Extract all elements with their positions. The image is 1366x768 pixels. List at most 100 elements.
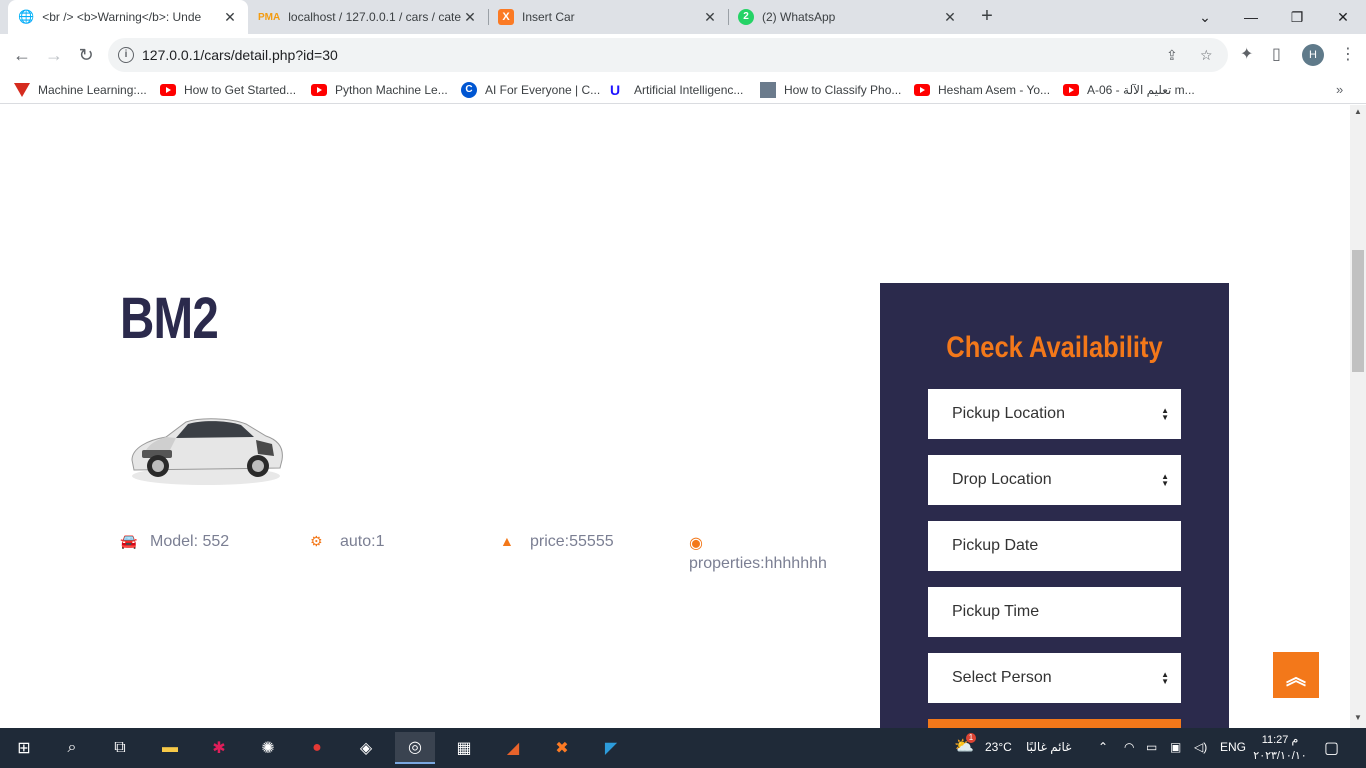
image-icon (760, 82, 776, 98)
youtube-icon (1063, 84, 1079, 96)
media-player-icon[interactable]: ▦ (444, 732, 484, 764)
battery-icon[interactable]: ▭ (1146, 740, 1157, 754)
tray-chevron-up-icon[interactable]: ⌃ (1098, 740, 1108, 754)
scrollbar-thumb[interactable] (1352, 250, 1364, 372)
tab-whatsapp[interactable]: 2 (2) WhatsApp ✕ (728, 0, 968, 34)
address-bar[interactable]: i 127.0.0.1/cars/detail.php?id=30 ⇪ ☆ (108, 38, 1228, 72)
udacity-icon: U (610, 82, 621, 98)
tab-title: Insert Car (522, 10, 575, 24)
select-caret-icon: ▲ ▼ (1161, 472, 1169, 488)
tab-warning[interactable]: 🌐 <br /> <b>Warning</b>: Unde ✕ (8, 0, 248, 34)
spec-properties: ◉ properties:hhhhhhh (689, 535, 827, 572)
youtube-icon (914, 84, 930, 96)
bookmark-item[interactable]: Hesham Asem - Yo... (914, 81, 1050, 99)
side-panel-icon[interactable]: ▯ (1272, 44, 1281, 64)
bookmark-item[interactable]: C AI For Everyone | C... (461, 81, 600, 99)
xampp-icon: X (498, 9, 514, 25)
chrome-icon[interactable]: ◎ (395, 732, 435, 764)
notifications-icon[interactable]: ▢ (1324, 738, 1339, 758)
tab-title: (2) WhatsApp (762, 10, 836, 24)
matlab-icon[interactable]: ◢ (493, 732, 533, 764)
taskbar-clock[interactable]: 11:27 م ٢٠٢٣/١٠/١٠ (1252, 732, 1308, 764)
bookmarks-bar: Machine Learning:... How to Get Started.… (0, 76, 1366, 104)
spec-model: 🚘 Model: 552 (120, 533, 230, 550)
select-person-select[interactable]: Select Person ▲ ▼ (928, 653, 1181, 703)
tab-phpmyadmin[interactable]: PMA localhost / 127.0.0.1 / cars / cate … (248, 0, 488, 34)
drop-location-select[interactable]: Drop Location ▲ ▼ (928, 455, 1181, 505)
bookmark-item[interactable]: Machine Learning:... (14, 81, 147, 99)
scroll-up-arrow-icon[interactable]: ▲ (1354, 107, 1362, 116)
tab-insert-car[interactable]: X Insert Car ✕ (488, 0, 728, 34)
select-caret-icon: ▲ ▼ (1161, 670, 1169, 686)
check-availability-button[interactable] (928, 719, 1181, 728)
pickup-date-input[interactable]: Pickup Date (928, 521, 1181, 571)
extensions-puzzle-icon[interactable]: ✦ (1240, 44, 1253, 64)
file-explorer-icon[interactable]: ▬ (150, 732, 190, 764)
pickup-location-select[interactable]: Pickup Location ▲ ▼ (928, 389, 1181, 439)
globe-icon: 🌐 (18, 9, 35, 24)
scroll-to-top-button[interactable]: ︽ (1273, 652, 1319, 698)
scroll-down-arrow-icon[interactable]: ▼ (1354, 713, 1362, 722)
site-info-icon[interactable]: i (118, 47, 134, 63)
tab-search-chevron-icon[interactable]: ⌄ (1182, 0, 1228, 34)
close-tab-icon[interactable]: ✕ (942, 9, 958, 26)
page-scrollbar[interactable]: ▲ ▼ (1350, 105, 1366, 728)
car-image (131, 418, 283, 485)
pickup-time-input[interactable]: Pickup Time (928, 587, 1181, 637)
search-icon[interactable]: ⌕ (52, 732, 92, 764)
close-window-button[interactable]: ✕ (1320, 0, 1366, 34)
share-icon[interactable]: ⇪ (1166, 47, 1178, 64)
kebab-menu-icon[interactable]: ⋮ (1340, 44, 1356, 64)
coursera-icon (14, 83, 30, 97)
vscode-icon[interactable]: ◤ (591, 732, 631, 764)
close-tab-icon[interactable]: ✕ (462, 9, 478, 26)
bookmark-item[interactable]: A-06 - تعليم الآلة m... (1063, 81, 1195, 99)
bookmark-star-icon[interactable]: ☆ (1200, 47, 1213, 64)
page-content: BM2 🚘 Model: 552 ⚙ auto:1 ▲ price:55555 … (0, 105, 1350, 728)
new-tab-button[interactable]: + (976, 5, 998, 27)
bookmark-item[interactable]: Python Machine Le... (311, 81, 448, 99)
youtube-icon (160, 84, 176, 96)
tab-strip: 🌐 <br /> <b>Warning</b>: Unde ✕ PMA loca… (0, 0, 1366, 34)
close-tab-icon[interactable]: ✕ (702, 9, 718, 26)
close-tab-icon[interactable]: ✕ (222, 9, 238, 26)
back-arrow-icon[interactable]: ← (9, 42, 35, 68)
language-indicator[interactable]: ENG (1220, 740, 1246, 754)
unity-icon[interactable]: ◈ (346, 732, 386, 764)
profile-avatar[interactable]: H (1302, 44, 1324, 66)
url-text[interactable]: 127.0.0.1/cars/detail.php?id=30 (142, 47, 338, 63)
windows-start-icon[interactable]: ⊞ (4, 732, 44, 764)
spec-price: ▲ price:55555 (500, 533, 614, 550)
tab-title: <br /> <b>Warning</b>: Unde (42, 10, 202, 24)
availability-title: Check Availability (946, 331, 1163, 364)
eye-icon: ◉ (689, 535, 703, 552)
windows-taskbar: ⊞ ⌕ ⧉ ▬ ✱ ✺ ● ◈ ◎ ▦ ◢ ✖ ◤ ⛅ 1 23°C غائم … (0, 728, 1366, 768)
reload-icon[interactable]: ↻ (73, 42, 99, 68)
weather-temp[interactable]: 23°C (985, 740, 1012, 754)
task-view-icon[interactable]: ⧉ (100, 732, 140, 764)
slack-icon[interactable]: ✱ (199, 732, 239, 764)
coursera-c-icon: C (461, 82, 477, 98)
xampp-taskbar-icon[interactable]: ✖ (542, 732, 582, 764)
meet-icon[interactable]: ▣ (1170, 740, 1181, 754)
bookmark-item[interactable]: U Artificial Intelligenc... (610, 81, 743, 99)
bookmarks-overflow-chevron-icon[interactable]: » (1336, 82, 1343, 97)
youtube-icon (311, 84, 327, 96)
car-title: BM2 (120, 286, 219, 351)
bookmark-item[interactable]: How to Get Started... (160, 81, 296, 99)
wifi-icon[interactable]: ◠ (1124, 740, 1134, 754)
record-icon[interactable]: ● (297, 732, 337, 764)
app-icon[interactable]: ✺ (248, 732, 288, 764)
car-icon: 🚘 (120, 533, 138, 549)
phpmyadmin-icon: PMA (258, 11, 281, 23)
volume-icon[interactable]: ◁) (1194, 740, 1207, 754)
minimize-button[interactable]: — (1228, 0, 1274, 34)
whatsapp-icon: 2 (738, 9, 754, 25)
forward-arrow-icon[interactable]: → (41, 42, 67, 68)
tab-title: localhost / 127.0.0.1 / cars / cate (288, 10, 461, 24)
weather-badge: 1 (966, 733, 976, 743)
road-icon: ▲ (500, 533, 514, 549)
bookmark-item[interactable]: How to Classify Pho... (760, 81, 901, 99)
weather-text[interactable]: غائم غالبًا (1026, 740, 1071, 754)
restore-button[interactable]: ❐ (1274, 0, 1320, 34)
